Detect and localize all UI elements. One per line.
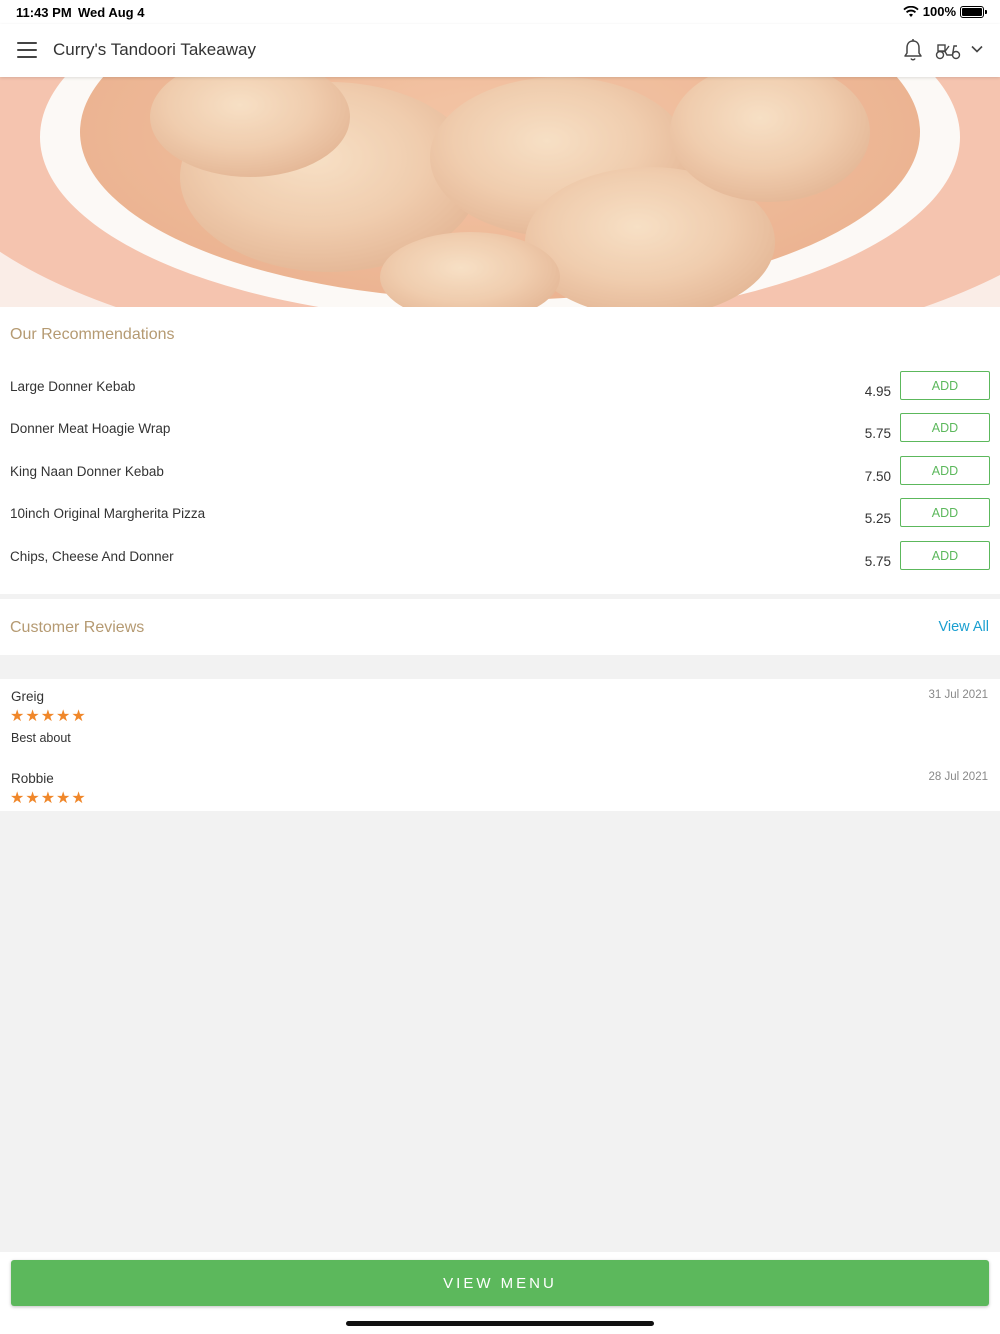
item-price: 7.50 <box>864 469 891 484</box>
item-price: 5.75 <box>864 426 891 441</box>
app-header: Curry's Tandoori Takeaway <box>0 24 1000 77</box>
restaurant-title: Curry's Tandoori Takeaway <box>53 40 256 59</box>
item-price: 5.25 <box>864 511 891 526</box>
item-price: 4.95 <box>864 384 891 399</box>
battery-icon <box>960 5 987 18</box>
add-button[interactable]: ADD <box>900 498 990 527</box>
item-name: Chips, Cheese And Donner <box>10 549 174 564</box>
delivery-scooter-icon[interactable] <box>935 40 961 60</box>
star-icon: ★ <box>40 708 56 725</box>
menu-item: King Naan Donner Kebab 7.50 ADD <box>0 456 1000 506</box>
menu-item: 10inch Original Margherita Pizza 5.25 AD… <box>0 498 1000 548</box>
item-name: Large Donner Kebab <box>10 379 136 394</box>
item-name: Donner Meat Hoagie Wrap <box>10 421 171 436</box>
recommendations-title: Our Recommendations <box>10 326 175 343</box>
star-icon: ★ <box>25 708 40 725</box>
chevron-down-icon[interactable] <box>970 42 984 56</box>
review-date: 28 Jul 2021 <box>928 771 988 783</box>
menu-icon[interactable] <box>17 42 37 58</box>
star-icon: ★ <box>10 790 25 807</box>
battery-percent: 100% <box>922 4 956 19</box>
curry-dish-photo <box>0 77 1000 307</box>
bell-icon[interactable] <box>902 38 924 62</box>
star-icon: ★ <box>40 790 56 807</box>
reviews-list: Greig 31 Jul 2021 ★ ★ ★ ★ ★ Best about Robbi… <box>0 679 1000 811</box>
battery-level <box>962 7 982 16</box>
star-icon: ★ <box>56 790 71 807</box>
status-indicators: 100% <box>903 4 987 19</box>
view-menu-button[interactable]: VIEW MENU <box>11 1260 989 1306</box>
add-button[interactable]: ADD <box>900 371 990 400</box>
recommendations-section: Our Recommendations Large Donner Kebab 4… <box>0 307 1000 594</box>
star-icon: ★ <box>71 708 86 725</box>
star-icon: ★ <box>71 790 86 807</box>
star-rating: ★ ★ ★ ★ ★ <box>10 709 86 725</box>
star-icon: ★ <box>25 790 40 807</box>
hero-image <box>0 77 1000 307</box>
item-price: 5.75 <box>864 554 891 569</box>
status-date: Wed Aug 4 <box>78 5 145 20</box>
menu-item: Large Donner Kebab 4.95 ADD <box>0 371 1000 421</box>
wifi-icon <box>903 5 919 17</box>
review-text: Best about <box>11 731 71 745</box>
menu-item: Donner Meat Hoagie Wrap 5.75 ADD <box>0 413 1000 463</box>
reviewer-name: Robbie <box>11 771 54 786</box>
item-name: 10inch Original Margherita Pizza <box>10 506 206 521</box>
add-button[interactable]: ADD <box>900 456 990 485</box>
status-time: 11:43 PM <box>16 5 72 20</box>
add-button[interactable]: ADD <box>900 413 990 442</box>
add-button[interactable]: ADD <box>900 541 990 570</box>
star-icon: ★ <box>56 708 71 725</box>
home-indicator <box>346 1321 654 1326</box>
review-date: 31 Jul 2021 <box>928 689 988 701</box>
item-name: King Naan Donner Kebab <box>10 464 164 479</box>
view-all-link[interactable]: View All <box>938 619 989 635</box>
status-bar: 11:43 PM Wed Aug 4 100% <box>0 0 1000 24</box>
reviews-title: Customer Reviews <box>10 619 145 636</box>
bottom-bar: VIEW MENU <box>0 1252 1000 1334</box>
menu-item: Chips, Cheese And Donner 5.75 ADD <box>0 541 1000 591</box>
reviews-header: Customer Reviews View All <box>0 599 1000 655</box>
reviewer-name: Greig <box>11 689 45 704</box>
star-icon: ★ <box>10 708 25 725</box>
star-rating: ★ ★ ★ ★ ★ <box>10 791 86 807</box>
